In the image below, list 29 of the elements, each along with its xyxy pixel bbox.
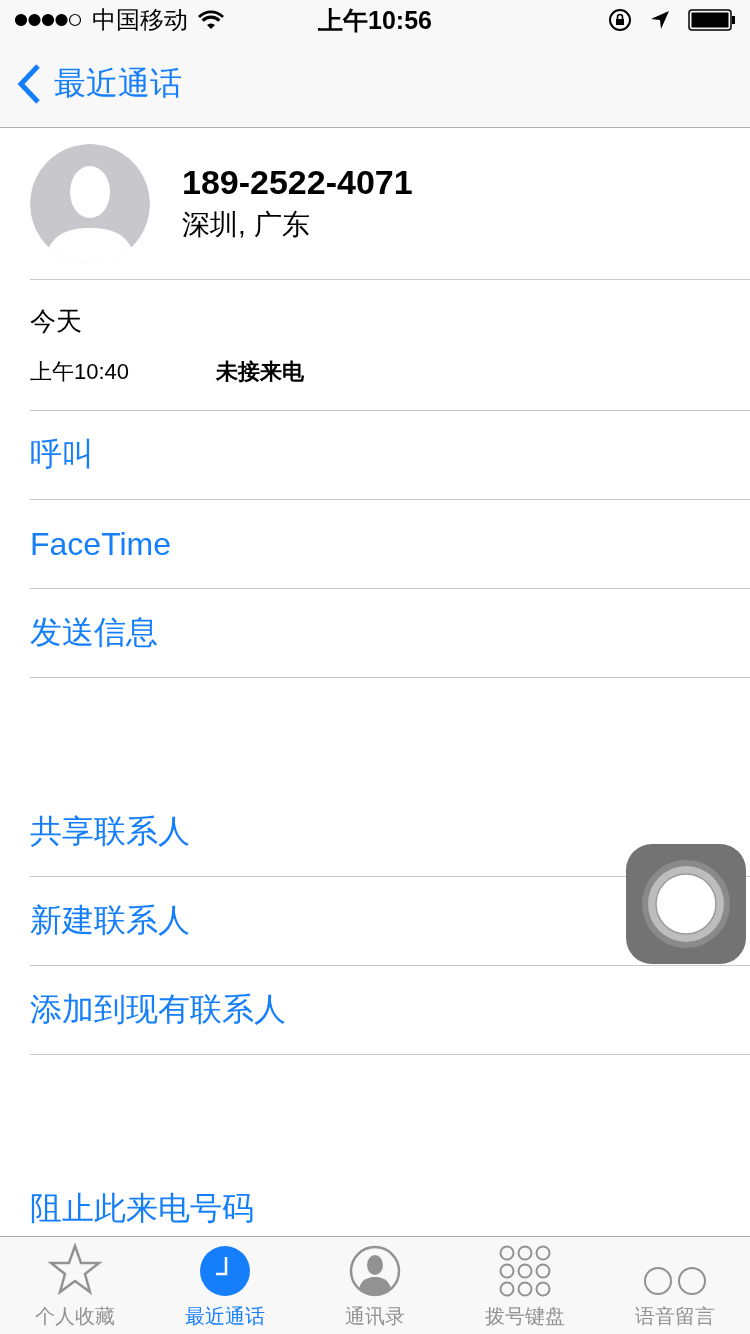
- location-arrow-icon: [650, 10, 670, 30]
- battery-icon: [688, 9, 736, 31]
- action-link[interactable]: FaceTime: [30, 500, 750, 589]
- back-button[interactable]: 最近通话: [16, 61, 182, 106]
- voicemail-icon: [643, 1265, 707, 1297]
- back-chevron-icon: [16, 62, 42, 105]
- call-type: 未接来电: [216, 357, 304, 386]
- carrier-name: 中国移动: [92, 5, 188, 35]
- rotation-lock-icon: [608, 8, 632, 32]
- tab-item[interactable]: 语音留言: [600, 1237, 750, 1334]
- contact-icon: [349, 1245, 401, 1297]
- action-link[interactable]: 呼叫: [30, 411, 750, 500]
- action-link[interactable]: 添加到现有联系人: [30, 966, 750, 1055]
- tab-item[interactable]: 通讯录: [300, 1237, 450, 1334]
- tab-item[interactable]: 最近通话: [150, 1237, 300, 1334]
- action-link[interactable]: 发送信息: [30, 589, 750, 678]
- tab-item[interactable]: 拨号键盘: [450, 1237, 600, 1334]
- star-icon: [48, 1243, 102, 1297]
- assistive-touch-button[interactable]: [626, 844, 746, 964]
- history-day: 今天: [30, 303, 750, 339]
- wifi-icon: [198, 10, 224, 30]
- keypad-icon: [499, 1245, 551, 1297]
- status-time: 上午10:56: [318, 4, 432, 36]
- phone-location: 深圳, 广东: [182, 208, 311, 242]
- phone-number: 189-2522-4071: [182, 163, 413, 202]
- signal-icon: [14, 13, 82, 27]
- clock-icon: [199, 1245, 251, 1297]
- tab-item[interactable]: 个人收藏: [0, 1237, 150, 1334]
- call-time: 上午10:40: [30, 357, 131, 386]
